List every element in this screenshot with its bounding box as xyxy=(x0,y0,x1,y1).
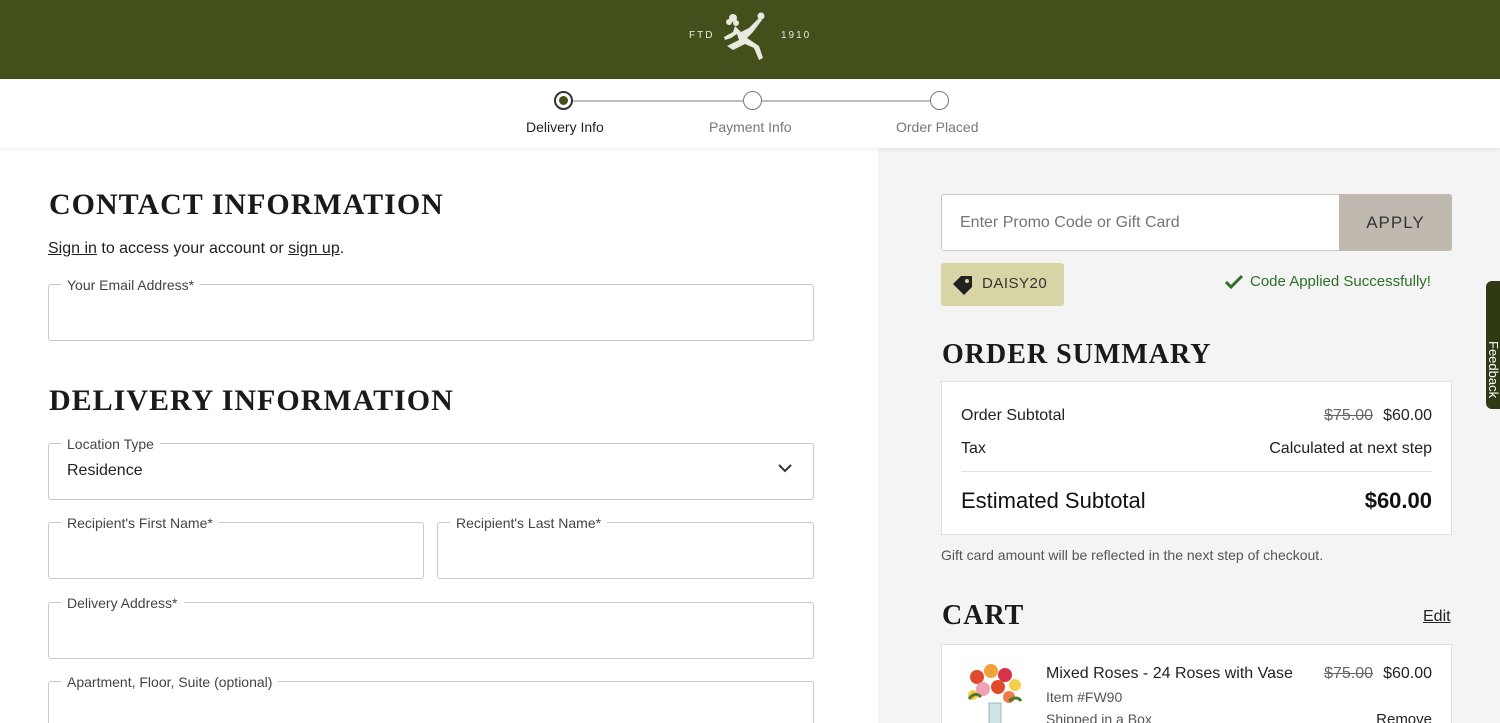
delivery-address-field[interactable]: Delivery Address* xyxy=(48,595,814,659)
checkout-form: CONTACT INFORMATION Sign in to access yo… xyxy=(0,148,878,723)
order-summary-box: Order Subtotal $75.00 $60.00 Tax Calculat… xyxy=(941,381,1452,535)
cart-item-remove-link[interactable]: Remove xyxy=(1376,711,1432,723)
gift-card-note: Gift card amount will be reflected in th… xyxy=(941,547,1324,563)
step-dot-order-placed xyxy=(930,91,949,110)
location-type-label: Location Type xyxy=(61,436,160,452)
product-thumbnail[interactable] xyxy=(961,661,1029,723)
success-text: Code Applied Successfully! xyxy=(1250,273,1431,290)
email-field[interactable]: Your Email Address* xyxy=(48,277,814,341)
brand-logo[interactable]: FTD 1910 xyxy=(689,10,813,64)
applied-code-badge[interactable]: DAISY20 xyxy=(941,263,1064,306)
estimated-subtotal-value: $60.00 xyxy=(1364,488,1432,513)
checkout-progress: Delivery Info Payment Info Order Placed xyxy=(0,79,1500,148)
apartment-label: Apartment, Floor, Suite (optional) xyxy=(61,674,279,690)
contact-section-title: CONTACT INFORMATION xyxy=(49,188,444,221)
sign-in-link[interactable]: Sign in xyxy=(48,240,97,257)
step-connector xyxy=(762,100,930,102)
subtotal-label: Order Subtotal xyxy=(961,407,1066,424)
cart-item-shipping: Shipped in a Box xyxy=(1046,711,1152,723)
apply-promo-button[interactable]: APPLY xyxy=(1339,194,1452,251)
email-field-label: Your Email Address* xyxy=(61,277,201,293)
order-sidebar: APPLY DAISY20 Code Applied Successfully!… xyxy=(878,148,1500,723)
estimated-subtotal-label: Estimated Subtotal xyxy=(961,488,1146,513)
sign-in-middle-text: to access your account or xyxy=(96,240,289,257)
cart-item-original-price: $75.00 xyxy=(1324,665,1374,682)
sign-in-end-text: . xyxy=(339,240,345,257)
location-type-select[interactable]: Location Type Residence xyxy=(48,436,814,500)
tax-label: Tax xyxy=(961,440,986,457)
subtotal-values: $75.00 $60.00 xyxy=(1324,407,1432,425)
tax-value: Calculated at next step xyxy=(1269,440,1432,457)
cart-item: Mixed Roses - 24 Roses with Vase $75.00 $… xyxy=(941,644,1452,723)
logo-ftd-text: FTD xyxy=(689,30,715,41)
feedback-label: Feedback xyxy=(1486,341,1500,399)
feedback-tab[interactable]: Feedback xyxy=(1486,281,1500,409)
promo-success-message: Code Applied Successfully! xyxy=(1224,273,1431,290)
applied-code-text: DAISY20 xyxy=(982,275,1048,292)
step-dot-payment xyxy=(743,91,762,110)
cart-item-price: $75.00 $60.00 xyxy=(1324,665,1432,683)
sign-in-prompt: Sign in to access your account or sign u… xyxy=(48,240,344,258)
checkmark-icon xyxy=(1224,274,1244,290)
logo-year-text: 1910 xyxy=(781,30,812,41)
delivery-address-label: Delivery Address* xyxy=(61,595,184,611)
delivery-section-title: DELIVERY INFORMATION xyxy=(49,384,454,417)
cart-item-sku: Item #FW90 xyxy=(1046,689,1123,705)
apartment-field[interactable]: Apartment, Floor, Suite (optional) xyxy=(48,674,814,723)
last-name-label: Recipient's Last Name* xyxy=(450,515,608,531)
summary-divider xyxy=(961,471,1432,472)
recipient-first-name-field[interactable]: Recipient's First Name* xyxy=(48,515,424,579)
mercury-man-icon xyxy=(724,12,765,60)
recipient-last-name-field[interactable]: Recipient's Last Name* xyxy=(437,515,814,579)
subtotal-price: $60.00 xyxy=(1383,407,1432,424)
location-type-value: Residence xyxy=(67,462,143,479)
step-label-delivery: Delivery Info xyxy=(526,119,604,135)
site-header: FTD 1910 xyxy=(0,0,1500,79)
step-connector xyxy=(573,100,743,102)
step-label-order-placed: Order Placed xyxy=(896,119,979,135)
step-dot-delivery xyxy=(554,91,573,110)
promo-code-input[interactable] xyxy=(941,194,1339,251)
first-name-label: Recipient's First Name* xyxy=(61,515,219,531)
step-label-payment: Payment Info xyxy=(709,119,792,135)
tag-icon xyxy=(953,276,972,295)
subtotal-original-price: $75.00 xyxy=(1324,407,1374,424)
cart-title: CART xyxy=(942,600,1025,631)
cart-edit-link[interactable]: Edit xyxy=(1423,608,1451,626)
cart-item-name[interactable]: Mixed Roses - 24 Roses with Vase xyxy=(1046,665,1293,683)
cart-item-sale-price: $60.00 xyxy=(1383,665,1432,682)
order-summary-title: ORDER SUMMARY xyxy=(942,339,1212,370)
chevron-down-icon xyxy=(778,464,792,473)
sign-up-link[interactable]: sign up xyxy=(288,240,340,257)
